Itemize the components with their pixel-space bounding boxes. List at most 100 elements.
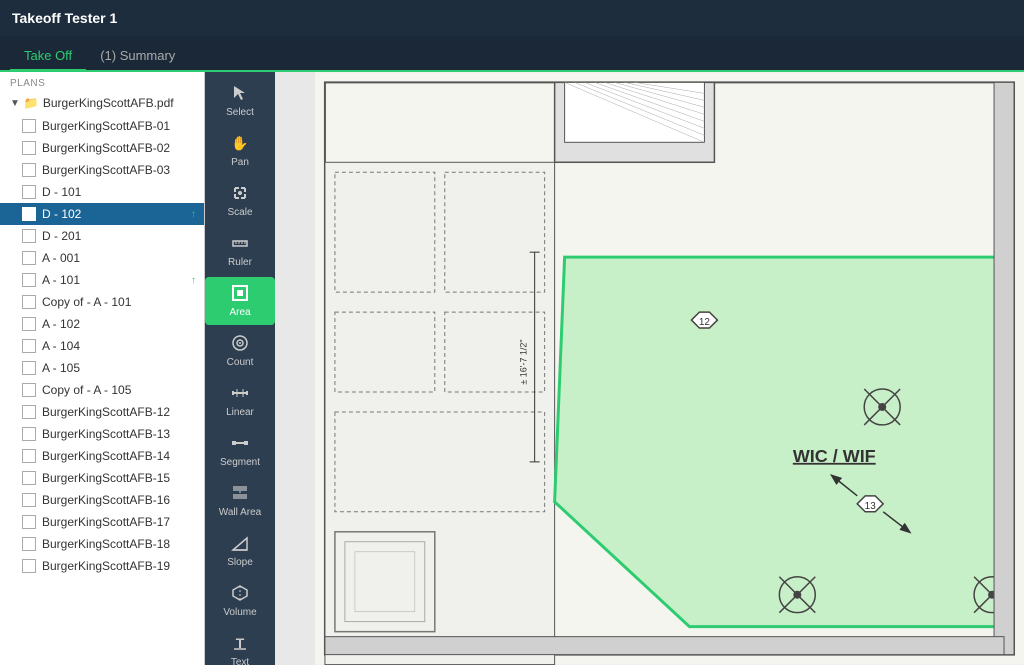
text-icon: T — [231, 634, 249, 655]
linear-icon — [231, 384, 249, 405]
wall-area-label: Wall Area — [219, 507, 261, 518]
sidebar-item-6[interactable]: A - 001 — [0, 247, 204, 269]
svg-text:WIC / WIF: WIC / WIF — [793, 446, 876, 466]
sidebar-item-label: BurgerKingScottAFB-01 — [42, 119, 170, 133]
tool-segment[interactable]: Segment — [205, 427, 275, 475]
svg-text:± 16'-7 1/2": ± 16'-7 1/2" — [519, 339, 529, 384]
doc-icon — [22, 427, 36, 441]
doc-icon — [22, 119, 36, 133]
tool-scale[interactable]: Scale — [205, 177, 275, 225]
toolbar: Select ✋ Pan Scale Ruler Area Count Line… — [205, 72, 275, 665]
doc-icon — [22, 251, 36, 265]
svg-text:13: 13 — [865, 501, 877, 512]
sidebar-item-2[interactable]: BurgerKingScottAFB-03 — [0, 159, 204, 181]
doc-icon — [22, 405, 36, 419]
sidebar-item-0[interactable]: BurgerKingScottAFB-01 — [0, 115, 204, 137]
sidebar-item-label: Copy of - A - 105 — [42, 383, 131, 397]
sidebar-item-4[interactable]: D - 102 ↑ — [0, 203, 204, 225]
tool-slope[interactable]: Slope — [205, 527, 275, 575]
sidebar-item-3[interactable]: D - 101 — [0, 181, 204, 203]
pan-label: Pan — [231, 157, 249, 168]
canvas-area[interactable]: ± 16'-7 1/2" WIC / WIF — [275, 72, 1024, 665]
sidebar-item-9[interactable]: A - 102 — [0, 313, 204, 335]
topbar: Takeoff Tester 1 — [0, 0, 1024, 36]
volume-label: Volume — [223, 607, 256, 618]
tool-ruler[interactable]: Ruler — [205, 227, 275, 275]
segment-label: Segment — [220, 457, 260, 468]
sidebar-item-label: BurgerKingScottAFB-03 — [42, 163, 170, 177]
sidebar-item-14[interactable]: BurgerKingScottAFB-13 — [0, 423, 204, 445]
tool-area[interactable]: Area — [205, 277, 275, 325]
sidebar-badge: ↑ — [191, 209, 196, 220]
sidebar-item-18[interactable]: BurgerKingScottAFB-17 — [0, 511, 204, 533]
tool-linear[interactable]: Linear — [205, 377, 275, 425]
text-label: Text — [231, 657, 249, 665]
sidebar-item-13[interactable]: BurgerKingScottAFB-12 — [0, 401, 204, 423]
doc-icon — [22, 207, 36, 221]
sidebar-item-12[interactable]: Copy of - A - 105 — [0, 379, 204, 401]
sidebar-item-label: A - 001 — [42, 251, 80, 265]
doc-icon — [22, 493, 36, 507]
tree-arrow: ▼ — [10, 98, 20, 109]
ruler-icon — [231, 234, 249, 255]
doc-icon — [22, 163, 36, 177]
wall-area-icon — [231, 484, 249, 505]
main-layout: PLANS ▼ 📁 BurgerKingScottAFB.pdf BurgerK… — [0, 72, 1024, 665]
doc-icon — [22, 295, 36, 309]
doc-icon — [22, 141, 36, 155]
area-label: Area — [229, 307, 250, 318]
doc-icon — [22, 537, 36, 551]
select-icon — [231, 84, 249, 105]
sidebar-item-label: BurgerKingScottAFB-15 — [42, 471, 170, 485]
doc-icon — [22, 273, 36, 287]
tool-volume[interactable]: Volume — [205, 577, 275, 625]
sidebar-item-19[interactable]: BurgerKingScottAFB-18 — [0, 533, 204, 555]
volume-icon — [231, 584, 249, 605]
doc-icon — [22, 449, 36, 463]
sidebar-item-label: BurgerKingScottAFB-12 — [42, 405, 170, 419]
doc-icon — [22, 471, 36, 485]
sidebar-item-1[interactable]: BurgerKingScottAFB-02 — [0, 137, 204, 159]
doc-icon — [22, 383, 36, 397]
sidebar-item-label: A - 102 — [42, 317, 80, 331]
sidebar-item-8[interactable]: Copy of - A - 101 — [0, 291, 204, 313]
tab-summary[interactable]: (1) Summary — [86, 42, 189, 72]
linear-label: Linear — [226, 407, 254, 418]
scale-icon — [231, 184, 249, 205]
segment-icon — [231, 434, 249, 455]
sidebar-item-label: BurgerKingScottAFB-18 — [42, 537, 170, 551]
area-icon — [231, 284, 249, 305]
sidebar-item-label: BurgerKingScottAFB-13 — [42, 427, 170, 441]
sidebar-item-11[interactable]: A - 105 — [0, 357, 204, 379]
sidebar-item-7[interactable]: A - 101 ↑ — [0, 269, 204, 291]
doc-icon — [22, 229, 36, 243]
sidebar-item-label: D - 102 — [42, 207, 81, 221]
sidebar-item-label: A - 101 — [42, 273, 80, 287]
doc-icon — [22, 515, 36, 529]
sidebar-item-20[interactable]: BurgerKingScottAFB-19 — [0, 555, 204, 577]
tool-text[interactable]: T Text — [205, 627, 275, 665]
tabbar: Take Off (1) Summary — [0, 36, 1024, 72]
sidebar-item-label: D - 201 — [42, 229, 81, 243]
sidebar-item-16[interactable]: BurgerKingScottAFB-15 — [0, 467, 204, 489]
sidebar-items: BurgerKingScottAFB-01 BurgerKingScottAFB… — [0, 115, 204, 577]
sidebar-badge: ↑ — [191, 275, 196, 286]
tool-pan[interactable]: ✋ Pan — [205, 127, 275, 175]
sidebar: PLANS ▼ 📁 BurgerKingScottAFB.pdf BurgerK… — [0, 72, 205, 665]
ruler-label: Ruler — [228, 257, 252, 268]
count-label: Count — [227, 357, 254, 368]
tool-wall-area[interactable]: Wall Area — [205, 477, 275, 525]
scale-label: Scale — [227, 207, 252, 218]
doc-icon — [22, 559, 36, 573]
tab-takeoff[interactable]: Take Off — [10, 42, 86, 72]
sidebar-item-5[interactable]: D - 201 — [0, 225, 204, 247]
svg-text:✋: ✋ — [231, 135, 248, 151]
sidebar-item-label: BurgerKingScottAFB-19 — [42, 559, 170, 573]
tree-root[interactable]: ▼ 📁 BurgerKingScottAFB.pdf — [0, 91, 204, 115]
root-file-label: BurgerKingScottAFB.pdf — [43, 96, 174, 110]
sidebar-item-10[interactable]: A - 104 — [0, 335, 204, 357]
sidebar-item-17[interactable]: BurgerKingScottAFB-16 — [0, 489, 204, 511]
tool-select[interactable]: Select — [205, 77, 275, 125]
sidebar-item-15[interactable]: BurgerKingScottAFB-14 — [0, 445, 204, 467]
tool-count[interactable]: Count — [205, 327, 275, 375]
